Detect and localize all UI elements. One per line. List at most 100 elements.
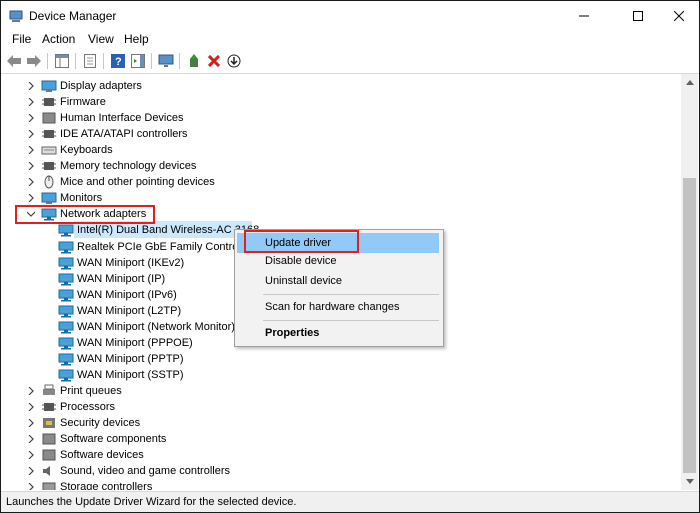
disable-device-menu-item[interactable]: Disable device <box>235 251 441 271</box>
chevron-right-icon[interactable] <box>27 403 35 411</box>
menu-action[interactable]: Action <box>40 32 77 46</box>
console-tree-icon <box>55 54 69 68</box>
maximize-icon <box>633 11 643 21</box>
toolbar-separator <box>179 53 180 69</box>
chevron-right-icon[interactable] <box>27 178 35 187</box>
disable-toolbar-button[interactable] <box>225 52 243 70</box>
chevron-right-icon[interactable] <box>27 114 35 123</box>
chevron-right-icon[interactable] <box>27 98 35 107</box>
tree-category[interactable]: Keyboards <box>1 142 661 158</box>
tree-category[interactable]: Processors <box>1 399 661 415</box>
tree-category-label: Software components <box>60 433 167 446</box>
tree-category[interactable]: Display adapters <box>1 78 661 94</box>
vertical-scrollbar[interactable] <box>681 74 698 490</box>
tree-category-label: Keyboards <box>60 144 113 157</box>
update-driver-toolbar-button[interactable] <box>185 52 203 70</box>
monitor-scan-icon <box>158 54 174 67</box>
status-text: Launches the Update Driver Wizard for th… <box>6 496 297 508</box>
chevron-right-icon[interactable] <box>27 435 35 444</box>
tree-category[interactable]: Monitors <box>1 190 661 206</box>
properties-icon <box>84 54 96 68</box>
properties-toolbar-button[interactable] <box>81 52 99 70</box>
back-button[interactable] <box>5 52 23 70</box>
chevron-right-icon[interactable] <box>27 483 35 490</box>
chevron-right-icon[interactable] <box>27 419 35 428</box>
chevron-right-icon[interactable] <box>27 130 35 139</box>
minimize-button[interactable] <box>561 1 607 31</box>
tree-category[interactable]: Sound, video and game controllers <box>1 463 661 479</box>
tree-category[interactable]: Mice and other pointing devices <box>1 174 661 190</box>
tree-category[interactable]: IDE ATA/ATAPI controllers <box>1 126 661 142</box>
scroll-up-button[interactable] <box>681 74 698 91</box>
chevron-right-icon[interactable] <box>27 451 35 460</box>
network-adapter-label: WAN Miniport (Network Monitor) <box>77 320 235 333</box>
network-adapter-icon <box>58 369 74 382</box>
chevron-right-icon[interactable] <box>27 467 35 476</box>
storage-icon <box>42 482 56 490</box>
tree-category[interactable]: Print queues <box>1 383 661 399</box>
tree-category[interactable]: Human Interface Devices <box>1 110 661 126</box>
network-adapter-label: WAN Miniport (L2TP) <box>77 304 182 317</box>
help-icon: ? <box>111 54 125 68</box>
show-hide-console-tree-button[interactable] <box>53 52 71 70</box>
close-button[interactable] <box>656 1 699 31</box>
network-adapter-icon <box>58 321 74 334</box>
uninstall-toolbar-button[interactable] <box>205 52 223 70</box>
chevron-right-icon[interactable] <box>27 194 35 203</box>
download-circle-icon <box>227 54 241 68</box>
tree-category-label: Human Interface Devices <box>60 112 184 125</box>
menu-separator <box>263 294 439 295</box>
toolbar-separator <box>103 53 104 69</box>
scan-hardware-menu-item[interactable]: Scan for hardware changes <box>235 297 441 317</box>
tree-category[interactable]: Storage controllers <box>1 479 661 490</box>
red-x-icon <box>208 55 220 67</box>
scrollbar-thumb[interactable] <box>683 178 696 473</box>
minimize-icon <box>579 15 589 17</box>
back-arrow-icon <box>7 55 21 67</box>
toolbar-separator <box>151 53 152 69</box>
ide-controller-icon <box>42 130 56 139</box>
network-adapter-icon <box>58 289 74 302</box>
tree-category[interactable]: Firmware <box>1 94 661 110</box>
tree-category[interactable]: Security devices <box>1 415 661 431</box>
network-adapter-label: WAN Miniport (SSTP) <box>77 368 184 381</box>
chevron-right-icon[interactable] <box>27 162 35 171</box>
menu-help[interactable]: Help <box>122 32 151 46</box>
maximize-button[interactable] <box>615 1 661 31</box>
tree-category-label: Monitors <box>60 192 103 205</box>
action-pane-button[interactable] <box>129 52 147 70</box>
tree-category[interactable]: Memory technology devices <box>1 158 661 174</box>
menu-file[interactable]: File <box>10 32 33 46</box>
chevron-right-icon[interactable] <box>27 386 35 395</box>
network-adapter-item[interactable]: WAN Miniport (SSTP) <box>1 367 661 383</box>
scroll-down-button[interactable] <box>681 473 698 490</box>
update-driver-annotation-box <box>244 230 359 253</box>
tree-category-label: Security devices <box>60 417 141 430</box>
tree-category-label: Sound, video and game controllers <box>60 465 230 478</box>
tree-category[interactable]: Software components <box>1 431 661 447</box>
properties-menu-item[interactable]: Properties <box>235 323 441 343</box>
tree-category[interactable]: Software devices <box>1 447 661 463</box>
sound-icon <box>43 466 50 477</box>
menu-bar: File Action View Help <box>1 31 699 49</box>
network-adapter-icon <box>58 273 74 286</box>
scan-hardware-label: Scan for hardware changes <box>265 301 400 313</box>
chevron-right-icon[interactable] <box>27 146 35 155</box>
close-icon <box>674 11 684 21</box>
tree-category[interactable]: Network adapters <box>1 206 661 222</box>
menu-view[interactable]: View <box>86 32 116 46</box>
chevron-down-icon[interactable] <box>27 210 35 218</box>
forward-button[interactable] <box>25 52 43 70</box>
tree-category-label: Network adapters <box>60 208 147 221</box>
network-adapter-icon <box>58 241 74 253</box>
network-adapter-label: WAN Miniport (PPPOE) <box>77 336 193 349</box>
network-adapter-item[interactable]: WAN Miniport (PPTP) <box>1 351 661 367</box>
help-toolbar-button[interactable]: ? <box>109 52 127 70</box>
uninstall-device-menu-item[interactable]: Uninstall device <box>235 271 441 291</box>
memory-icon <box>42 162 56 171</box>
processor-icon <box>42 403 56 411</box>
forward-arrow-icon <box>27 55 41 67</box>
network-adapter-label: WAN Miniport (PPTP) <box>77 352 184 365</box>
chevron-right-icon[interactable] <box>27 82 35 90</box>
scan-hardware-button[interactable] <box>157 52 175 70</box>
